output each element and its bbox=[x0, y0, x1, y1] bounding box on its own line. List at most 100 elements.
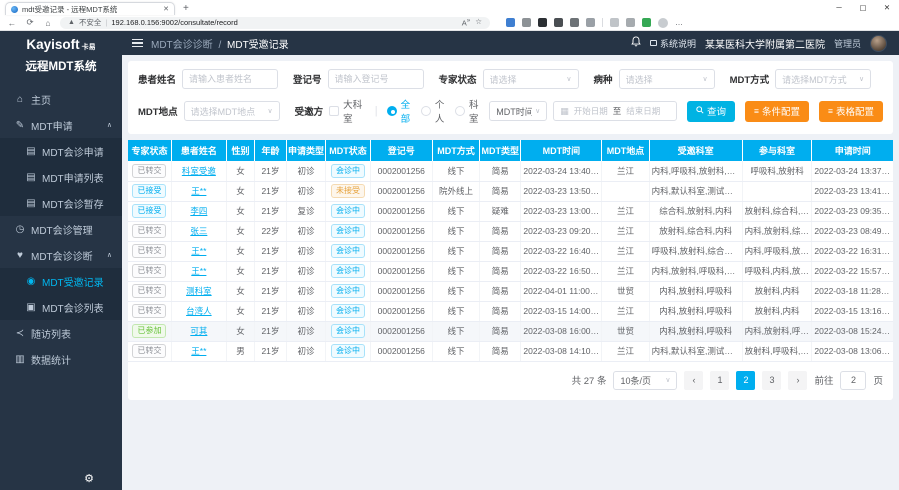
refresh-icon[interactable]: ⟳ bbox=[24, 17, 36, 28]
sidebar-item-MDT申请列表[interactable]: ▤MDT申请列表 bbox=[0, 164, 122, 190]
settings-gear-icon[interactable]: ⚙ bbox=[84, 472, 94, 485]
sidebar-item-MDT受邀记录[interactable]: ◉MDT受邀记录 bbox=[0, 268, 122, 294]
extension-icon[interactable] bbox=[506, 18, 515, 27]
sidebar-item-MDT会诊诊断[interactable]: ♥MDT会诊诊断∧ bbox=[0, 242, 122, 268]
browser-profile-avatar[interactable] bbox=[658, 18, 668, 28]
sidebar-item-MDT会诊暂存[interactable]: ▤MDT会诊暂存 bbox=[0, 190, 122, 216]
filter-row-2: MDT地点 请选择MDT地点 ∨ 受邀方 大科室 | 全部个人科室 MDT bbox=[138, 97, 883, 125]
page-size-select[interactable]: 10条/页 ∨ bbox=[613, 371, 677, 390]
mdt-type-cell: 简易 bbox=[480, 221, 521, 241]
extension-icon[interactable] bbox=[538, 18, 547, 27]
column-header-患者姓名: 患者姓名 bbox=[171, 140, 226, 161]
next-page-button[interactable]: › bbox=[788, 371, 807, 390]
invitee-radio-科室[interactable]: 科室 bbox=[455, 97, 479, 125]
patient-name-input[interactable] bbox=[189, 74, 271, 84]
invitee-radio-全部[interactable]: 全部 bbox=[387, 97, 411, 125]
goto-page-input[interactable] bbox=[840, 371, 866, 390]
sidebar-item-主页[interactable]: ⌂主页 bbox=[0, 86, 122, 112]
sidebar-item-随访列表[interactable]: ≺随访列表 bbox=[0, 320, 122, 346]
sidebar-item-MDT申请[interactable]: ✎MDT申请∧ bbox=[0, 112, 122, 138]
minimize-button[interactable]: ─ bbox=[827, 0, 851, 14]
sidebar-item-MDT会诊管理[interactable]: ◷MDT会诊管理 bbox=[0, 216, 122, 242]
mdt-mode-select[interactable]: 请选择MDT方式∨ bbox=[775, 69, 871, 89]
menu-collapse-icon[interactable] bbox=[132, 39, 143, 48]
date-range-picker[interactable]: ▦ 开始日期 至 结束日期 bbox=[553, 101, 677, 121]
disease-select-field: 病种请选择∨ bbox=[594, 69, 715, 89]
split-screen-icon[interactable] bbox=[610, 18, 619, 27]
mdt-place-cell: 兰江 bbox=[602, 201, 649, 221]
patient-name-cell[interactable]: 测科室 bbox=[171, 281, 226, 301]
page-button-3[interactable]: 3 bbox=[762, 371, 781, 390]
patient-name-input[interactable] bbox=[182, 69, 278, 89]
mdt-status-cell: 会诊中 bbox=[326, 301, 370, 321]
extension-icon[interactable] bbox=[554, 18, 563, 27]
patient-name-cell[interactable]: 科室受邀 bbox=[171, 161, 226, 181]
disease-select[interactable]: 请选择∨ bbox=[619, 69, 715, 89]
patient-name-input-field: 患者姓名 bbox=[138, 69, 278, 89]
patient-name-link[interactable]: 台湾人 bbox=[186, 306, 212, 316]
mdt-time-type-select[interactable]: MDT时间 ∨ bbox=[489, 101, 547, 121]
sidebar-item-MDT会诊列表[interactable]: ▣MDT会诊列表 bbox=[0, 294, 122, 320]
patient-name-cell[interactable]: 李四 bbox=[171, 201, 226, 221]
close-button[interactable]: ✕ bbox=[875, 0, 899, 14]
patient-name-cell[interactable]: 王** bbox=[171, 261, 226, 281]
maximize-button[interactable]: ▢ bbox=[851, 0, 875, 14]
patient-name-link[interactable]: 王** bbox=[191, 346, 206, 356]
extension-icon[interactable] bbox=[586, 18, 595, 27]
patient-name-cell[interactable]: 张三 bbox=[171, 221, 226, 241]
expert-status-select[interactable]: 请选择∨ bbox=[483, 69, 579, 89]
age-cell: 21岁 bbox=[255, 241, 286, 261]
patient-name-link[interactable]: 可其 bbox=[190, 326, 207, 336]
table-config-button[interactable]: ≡ 表格配置 bbox=[819, 101, 883, 122]
read-aloud-icon[interactable]: A» bbox=[462, 17, 471, 28]
mdt-place-cell: 兰江 bbox=[602, 221, 649, 241]
browser-tab[interactable]: mdt受邀记录 - 远程MDT系统 ✕ bbox=[5, 2, 175, 15]
collections-icon[interactable] bbox=[626, 18, 635, 27]
patient-name-link[interactable]: 测科室 bbox=[186, 286, 212, 296]
invitee-radio-个人[interactable]: 个人 bbox=[421, 97, 445, 125]
patient-name-cell[interactable]: 王** bbox=[171, 181, 226, 201]
sidebar-item-数据统计[interactable]: ▥数据统计 bbox=[0, 346, 122, 372]
patient-name-link[interactable]: 王** bbox=[191, 246, 206, 256]
registration-no-input[interactable] bbox=[328, 69, 424, 89]
mdt-status-badge: 会诊中 bbox=[331, 304, 365, 318]
registration-no-input[interactable] bbox=[335, 74, 417, 84]
patient-name-link[interactable]: 李四 bbox=[190, 206, 207, 216]
sidebar-item-MDT会诊申请[interactable]: ▤MDT会诊申请 bbox=[0, 138, 122, 164]
patient-name-link[interactable]: 王** bbox=[191, 266, 206, 276]
patient-name-cell[interactable]: 王** bbox=[171, 341, 226, 361]
page-button-1[interactable]: 1 bbox=[710, 371, 729, 390]
prev-page-button[interactable]: ‹ bbox=[684, 371, 703, 390]
search-button[interactable]: 查询 bbox=[687, 101, 735, 122]
expert-status-cell: 已转交 bbox=[128, 341, 171, 361]
new-tab-button[interactable]: + bbox=[183, 2, 189, 15]
system-help-link[interactable]: 系统说明 bbox=[650, 37, 696, 50]
extension-icon[interactable] bbox=[570, 18, 579, 27]
browser-menu-icon[interactable]: … bbox=[675, 18, 684, 27]
home-icon[interactable]: ⌂ bbox=[42, 18, 54, 28]
condition-config-button[interactable]: ≡ 条件配置 bbox=[745, 101, 809, 122]
tab-close-icon[interactable]: ✕ bbox=[163, 5, 169, 13]
patient-name-cell[interactable]: 台湾人 bbox=[171, 301, 226, 321]
patient-name-link[interactable]: 张三 bbox=[190, 226, 207, 236]
mdt-mode-cell: 线下 bbox=[432, 241, 479, 261]
big-dept-checkbox[interactable] bbox=[329, 106, 339, 116]
extension-icon[interactable] bbox=[642, 18, 651, 27]
expert-status-badge: 已转交 bbox=[132, 344, 166, 358]
expert-status-cell: 已转交 bbox=[128, 281, 171, 301]
url-field[interactable]: ▲ 不安全 | 192.168.0.156:9002/consultate/re… bbox=[60, 17, 490, 29]
user-avatar[interactable] bbox=[870, 35, 887, 52]
favorite-star-icon[interactable]: ☆ bbox=[475, 17, 482, 28]
patient-name-link[interactable]: 王** bbox=[191, 186, 206, 196]
patient-name-cell[interactable]: 可其 bbox=[171, 321, 226, 341]
extension-icon[interactable] bbox=[522, 18, 531, 27]
patient-name-cell[interactable]: 王** bbox=[171, 241, 226, 261]
back-icon[interactable]: ← bbox=[6, 18, 18, 28]
notification-bell-icon[interactable] bbox=[631, 34, 641, 52]
patient-name-link[interactable]: 科室受邀 bbox=[182, 166, 216, 176]
gender-cell: 女 bbox=[226, 161, 254, 181]
sidebar-nav: ⌂主页✎MDT申请∧▤MDT会诊申请▤MDT申请列表▤MDT会诊暂存◷MDT会诊… bbox=[0, 78, 122, 490]
invited-depts-cell: 内科,呼吸科,放射科,综合科 bbox=[649, 161, 742, 181]
page-button-2[interactable]: 2 bbox=[736, 371, 755, 390]
mdt-location-select[interactable]: 请选择MDT地点 ∨ bbox=[184, 101, 280, 121]
